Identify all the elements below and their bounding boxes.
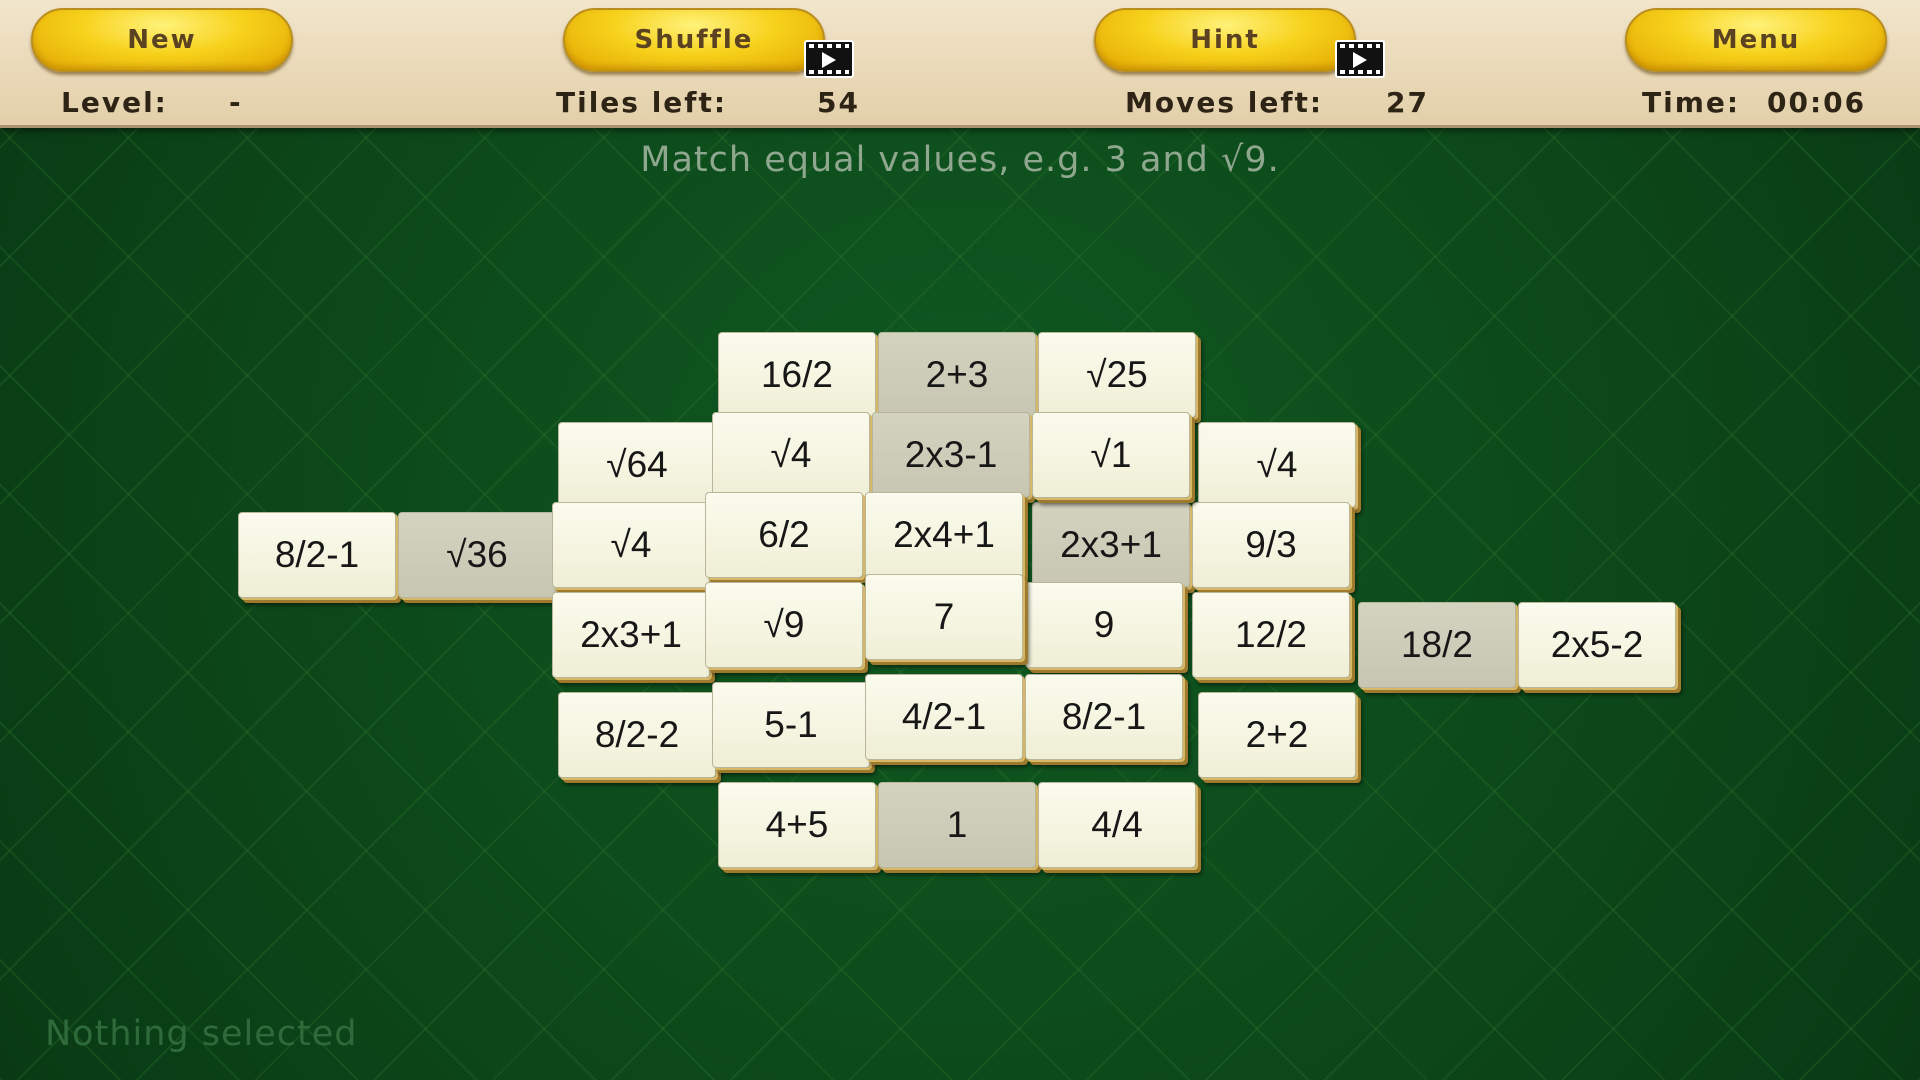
moves-left-value: 27 — [1386, 86, 1429, 119]
top-toolbar: New Shuffle Hint Menu Level: - Tiles lef… — [0, 0, 1920, 128]
mahjong-tile[interactable]: 4/2-1 — [865, 674, 1023, 760]
mahjong-tile[interactable]: 4/4 — [1038, 782, 1196, 868]
mahjong-tile[interactable]: 8/2-1 — [238, 512, 396, 598]
mahjong-tile[interactable]: 2x3+1 — [552, 592, 710, 678]
mahjong-tile[interactable]: 2x4+1 — [865, 492, 1023, 578]
mahjong-tile[interactable]: 8/2-1 — [1025, 674, 1183, 760]
selection-status: Nothing selected — [45, 1014, 358, 1054]
mahjong-tile[interactable]: 7 — [865, 574, 1023, 660]
time-value: 00:06 — [1767, 86, 1867, 119]
mahjong-tile[interactable]: 9/3 — [1192, 502, 1350, 588]
mahjong-tile[interactable]: 6/2 — [705, 492, 863, 578]
mahjong-tile[interactable]: 1 — [878, 782, 1036, 868]
mahjong-tile[interactable]: 18/2 — [1358, 602, 1516, 688]
mahjong-tile[interactable]: 5-1 — [712, 682, 870, 768]
mahjong-tile[interactable]: √4 — [712, 412, 870, 498]
menu-button[interactable]: Menu — [1625, 8, 1887, 72]
mahjong-tile[interactable]: 8/2-2 — [558, 692, 716, 778]
mahjong-tile[interactable]: 12/2 — [1192, 592, 1350, 678]
mahjong-tile[interactable]: √1 — [1032, 412, 1190, 498]
mahjong-tile[interactable]: 9 — [1025, 582, 1183, 668]
level-value: - — [229, 86, 243, 119]
mahjong-tile[interactable]: √64 — [558, 422, 716, 508]
mahjong-tile[interactable]: 2x5-2 — [1518, 602, 1676, 688]
mahjong-tile[interactable]: √4 — [1198, 422, 1356, 508]
mahjong-tile[interactable]: √4 — [552, 502, 710, 588]
hint-video-ad-icon[interactable] — [1335, 40, 1385, 78]
shuffle-video-ad-icon[interactable] — [804, 40, 854, 78]
mahjong-tile[interactable]: 2x3-1 — [872, 412, 1030, 498]
mahjong-tile[interactable]: 2+2 — [1198, 692, 1356, 778]
mahjong-tile[interactable]: √36 — [398, 512, 556, 598]
time-label: Time: — [1642, 86, 1741, 119]
mahjong-tile[interactable]: 4+5 — [718, 782, 876, 868]
mahjong-tile[interactable]: √9 — [705, 582, 863, 668]
moves-left-label: Moves left: — [1125, 86, 1324, 119]
shuffle-button[interactable]: Shuffle — [563, 8, 825, 72]
instruction-text: Match equal values, e.g. 3 and √9. — [640, 140, 1280, 180]
new-game-button[interactable]: New — [31, 8, 293, 72]
mahjong-tile[interactable]: 16/2 — [718, 332, 876, 418]
hint-button[interactable]: Hint — [1094, 8, 1356, 72]
mahjong-tile[interactable]: 2x3+1 — [1032, 502, 1190, 588]
tiles-left-label: Tiles left: — [556, 86, 728, 119]
level-label: Level: — [61, 86, 168, 119]
mahjong-tile[interactable]: √25 — [1038, 332, 1196, 418]
mahjong-tile[interactable]: 2+3 — [878, 332, 1036, 418]
tiles-left-value: 54 — [817, 86, 860, 119]
